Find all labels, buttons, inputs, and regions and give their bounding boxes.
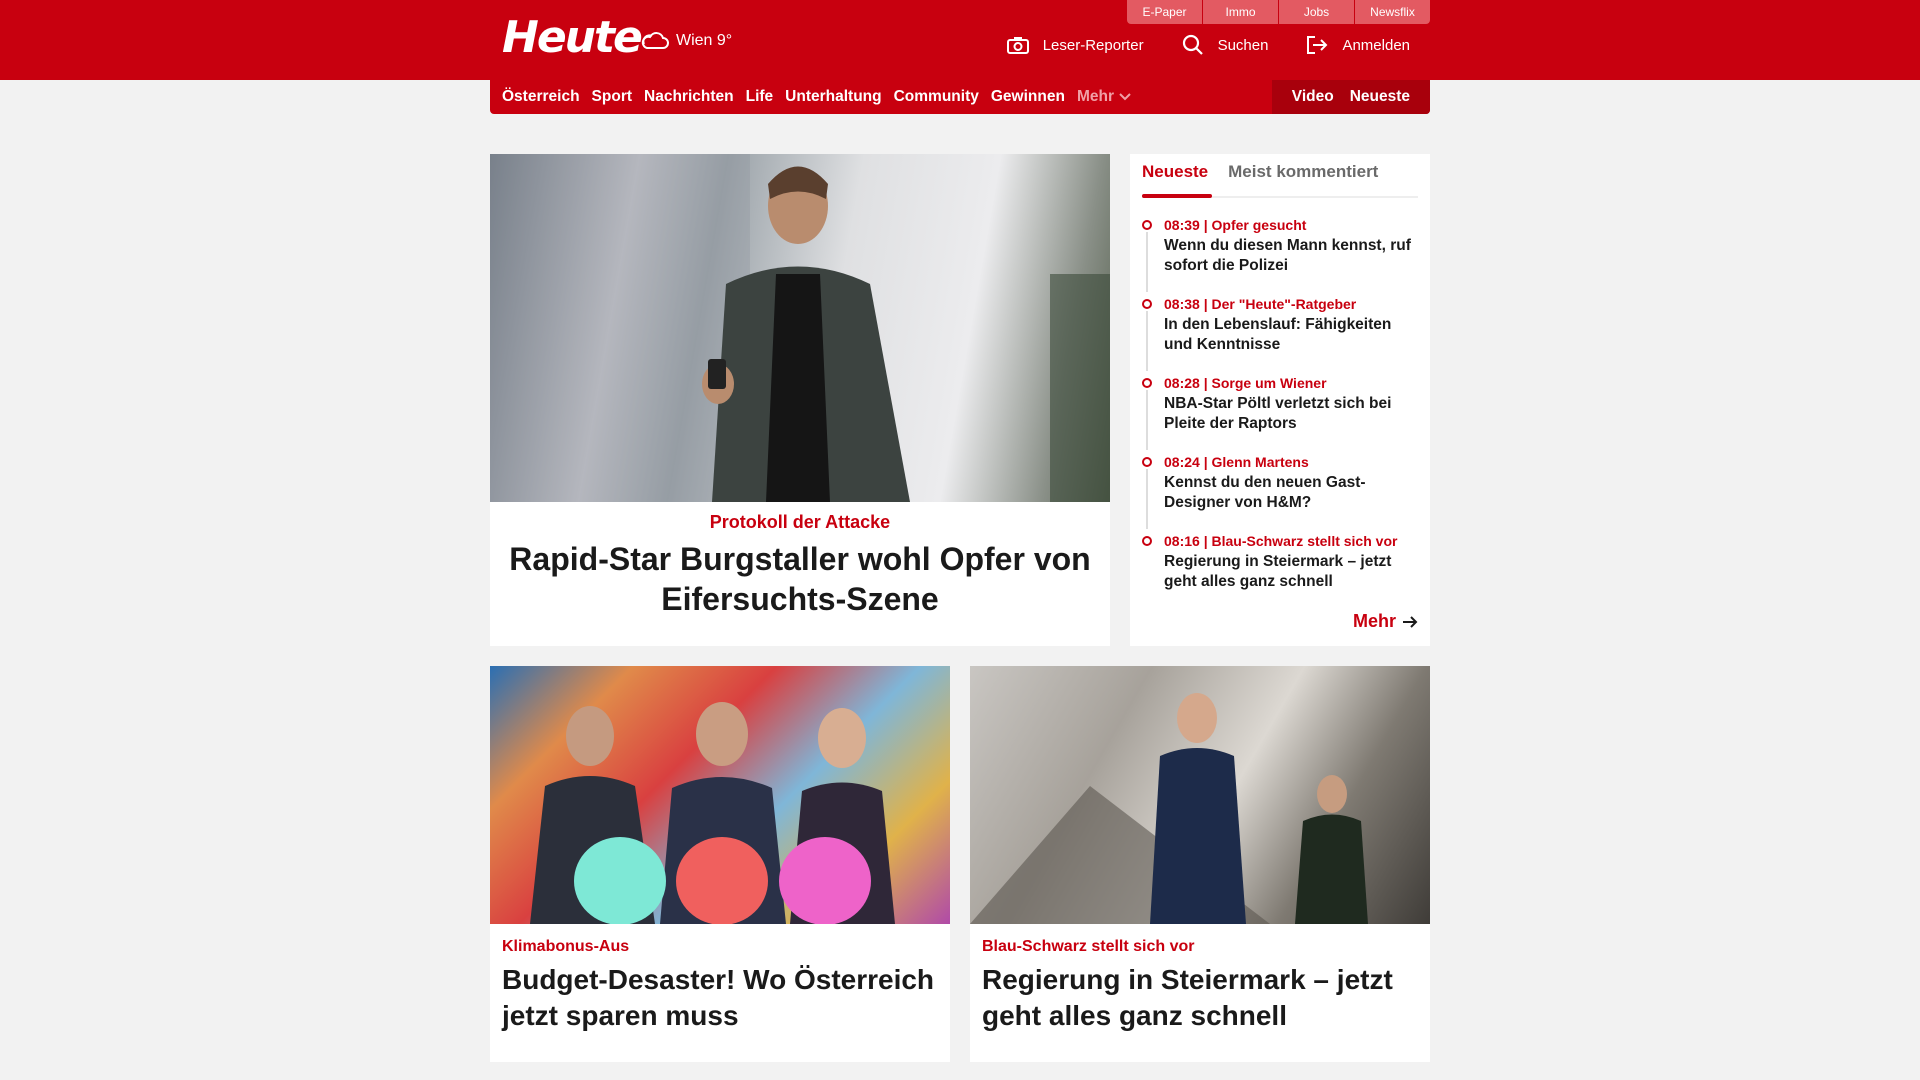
nav-item-video[interactable]: Video — [1292, 88, 1334, 106]
article-card[interactable]: Klimabonus-Aus Budget-Desaster! Wo Öster… — [490, 666, 950, 1062]
timeline-dot — [1142, 220, 1152, 230]
hero-title[interactable]: Rapid-Star Burgstaller wohl Opfer von Ei… — [490, 539, 1110, 619]
search-button[interactable]: Suchen — [1182, 34, 1269, 56]
sidebar-more-label: Mehr — [1352, 611, 1396, 631]
site-logo[interactable]: Heute — [502, 12, 643, 63]
camera-icon — [1006, 37, 1029, 54]
sidebar-tabs: Neueste Meist kommentiert — [1142, 154, 1418, 198]
leser-reporter-link[interactable]: Leser-Reporter — [1006, 36, 1144, 54]
main-nav: Österreich Sport Nachrichten Life Unterh… — [490, 80, 1430, 114]
timeline-line — [1146, 469, 1148, 529]
nav-item-unterhaltung[interactable]: Unterhaltung — [785, 88, 881, 106]
search-icon — [1182, 34, 1203, 55]
weather-widget[interactable]: Wien 9° — [638, 28, 732, 54]
list-item[interactable]: 08:28 | Sorge um Wiener NBA-Star Pöltl v… — [1142, 374, 1418, 453]
nav-right: Video Neueste — [1272, 80, 1430, 114]
article-image[interactable] — [490, 666, 950, 924]
nav-item-oesterreich[interactable]: Österreich — [502, 88, 580, 106]
timeline-dot — [1142, 457, 1152, 467]
header-row: Heute Wien 9° E-Paper Immo Jobs Newsflix… — [490, 0, 1430, 80]
hero-photo — [490, 154, 1110, 502]
list-item-title[interactable]: In den Lebenslauf: Fähigkeiten und Kennt… — [1164, 315, 1418, 355]
list-item-title[interactable]: Kennst du den neuen Gast-Designer von H&… — [1164, 473, 1418, 513]
list-item[interactable]: 08:24 | Glenn Martens Kennst du den neue… — [1142, 453, 1418, 532]
list-item[interactable]: 08:38 | Der "Heute"-Ratgeber In den Lebe… — [1142, 295, 1418, 374]
login-button[interactable]: Anmelden — [1306, 35, 1410, 55]
news-timeline: 08:39 | Opfer gesucht Wenn du diesen Man… — [1142, 216, 1418, 611]
nav-item-life[interactable]: Life — [746, 88, 774, 106]
login-icon — [1307, 36, 1328, 54]
header-actions: Leser-Reporter Suchen Anmelden — [969, 34, 1410, 56]
nav-items: Österreich Sport Nachrichten Life Unterh… — [502, 80, 1132, 114]
leser-reporter-label: Leser-Reporter — [1042, 36, 1144, 54]
timeline-dot — [1142, 378, 1152, 388]
hero-kicker: Protokoll der Attacke — [709, 512, 891, 532]
list-item[interactable]: 08:16 | Blau-Schwarz stellt sich vor Reg… — [1142, 532, 1418, 611]
card-kicker: Blau-Schwarz stellt sich vor — [982, 938, 1195, 955]
nav-item-nachrichten[interactable]: Nachrichten — [644, 88, 734, 106]
arrow-right-icon — [1403, 615, 1418, 628]
timeline-line — [1146, 311, 1148, 371]
list-item-meta: 08:16 | Blau-Schwarz stellt sich vor — [1164, 533, 1398, 549]
service-tab-epaper[interactable]: E-Paper — [1127, 0, 1202, 24]
card-title[interactable]: Regierung in Steiermark – jetzt geht all… — [982, 962, 1418, 1034]
cloud-sun-icon — [641, 32, 669, 49]
nav-item-neueste[interactable]: Neueste — [1350, 88, 1410, 106]
timeline-line — [1146, 390, 1148, 450]
list-item-title[interactable]: Regierung in Steiermark – jetzt geht all… — [1164, 552, 1418, 592]
nav-item-gewinnen[interactable]: Gewinnen — [991, 88, 1065, 106]
nav-item-community[interactable]: Community — [894, 88, 979, 106]
nav-item-sport[interactable]: Sport — [592, 88, 632, 106]
service-tabs: E-Paper Immo Jobs Newsflix — [1126, 0, 1430, 24]
hero-image[interactable] — [490, 154, 1110, 502]
search-label: Suchen — [1217, 36, 1269, 54]
weather-label: Wien 9° — [676, 32, 733, 49]
hero-article[interactable]: Protokoll der Attacke Rapid-Star Burgsta… — [490, 154, 1110, 646]
service-tab-newsflix[interactable]: Newsflix — [1355, 0, 1430, 24]
login-label: Anmelden — [1342, 36, 1410, 54]
sidebar-news: Neueste Meist kommentiert 08:39 | Opfer … — [1130, 154, 1430, 646]
chevron-down-icon — [1119, 93, 1131, 101]
list-item-title[interactable]: NBA-Star Pöltl verletzt sich bei Pleite … — [1164, 394, 1418, 434]
sidebar-more-link[interactable]: Mehr — [1353, 611, 1418, 632]
timeline-dot — [1142, 299, 1152, 309]
timeline-dot — [1142, 536, 1152, 546]
list-item-meta: 08:24 | Glenn Martens — [1164, 454, 1309, 470]
nav-more-label: Mehr — [1076, 88, 1114, 105]
list-item-meta: 08:38 | Der "Heute"-Ratgeber — [1164, 296, 1357, 312]
card-title[interactable]: Budget-Desaster! Wo Österreich jetzt spa… — [502, 962, 938, 1034]
list-item-title[interactable]: Wenn du diesen Mann kennst, ruf sofort d… — [1164, 236, 1418, 276]
tab-meist-kommentiert[interactable]: Meist kommentiert — [1228, 162, 1378, 182]
card-kicker: Klimabonus-Aus — [502, 938, 630, 955]
list-item[interactable]: 08:39 | Opfer gesucht Wenn du diesen Man… — [1142, 216, 1418, 295]
active-tab-indicator — [1142, 194, 1212, 198]
article-card[interactable]: Blau-Schwarz stellt sich vor Regierung i… — [970, 666, 1430, 1062]
card-photo — [970, 693, 1368, 924]
list-item-meta: 08:39 | Opfer gesucht — [1164, 217, 1307, 233]
nav-more-dropdown[interactable]: Mehr — [1077, 88, 1132, 106]
card-photo — [530, 702, 895, 924]
list-item-meta: 08:28 | Sorge um Wiener — [1164, 375, 1327, 391]
service-tab-jobs[interactable]: Jobs — [1279, 0, 1354, 24]
timeline-line — [1146, 232, 1148, 292]
service-tab-immo[interactable]: Immo — [1203, 0, 1278, 24]
article-image[interactable] — [970, 666, 1430, 924]
tab-neueste[interactable]: Neueste — [1142, 162, 1208, 182]
